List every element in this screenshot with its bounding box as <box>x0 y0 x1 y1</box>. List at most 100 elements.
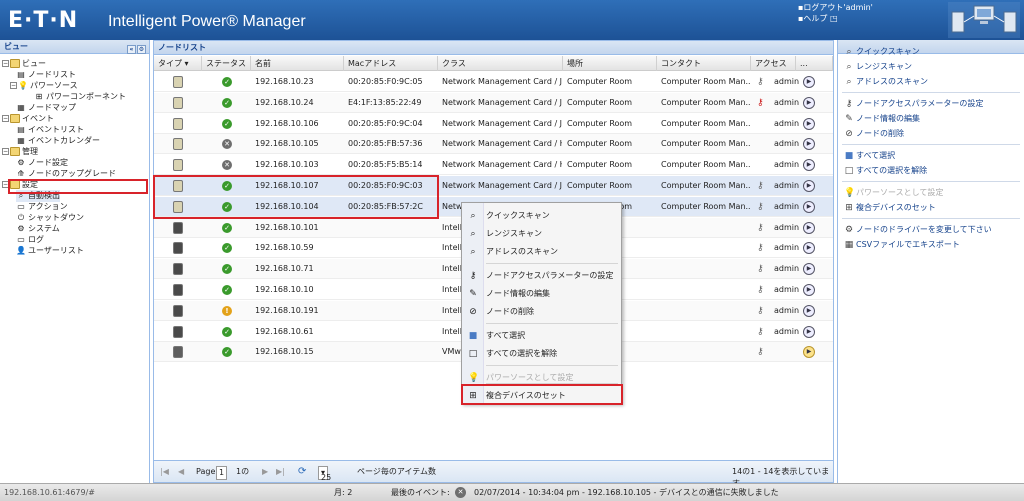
cell-contact: Computer Room Man... <box>661 118 751 128</box>
table-row[interactable]: ✕ 192.168.10.103 00:20:85:F5:B5:14 Network … <box>154 155 833 176</box>
tree-item-label: ユーザーリスト <box>28 246 84 255</box>
cell-mac <box>348 280 438 300</box>
edit-icon: ✎ <box>469 289 477 299</box>
context-menu-item[interactable]: ⌕ アドレスのスキャン <box>462 243 621 261</box>
context-menu-item[interactable]: ■ すべて選択 <box>462 327 621 345</box>
node-list-title: ノードリスト <box>158 43 206 52</box>
action-item[interactable]: □ すべての選択を解除 <box>844 164 927 177</box>
action-item[interactable]: ⌕ クイックスキャン <box>844 45 919 58</box>
edit-icon: ✎ <box>845 114 853 124</box>
per-page-select[interactable]: 25 ▾ <box>318 466 331 482</box>
collapse-panel-icon[interactable]: « <box>127 45 136 54</box>
table-row[interactable]: ✕ 192.168.10.105 00:20:85:FB:57:36 Network … <box>154 134 833 155</box>
next-page-icon[interactable]: ▶ <box>262 466 268 478</box>
action-item[interactable]: ⌕ レンジスキャン <box>844 60 912 73</box>
action-item[interactable]: ⌕ アドレスのスキャン <box>844 75 928 88</box>
play-icon[interactable]: ▶ <box>803 242 815 255</box>
tree-expander-icon[interactable]: − <box>2 60 9 67</box>
play-icon[interactable]: ▶ <box>803 263 815 276</box>
access-key-icon[interactable]: ⚷ <box>757 243 769 253</box>
page-input[interactable]: 1 <box>216 466 228 480</box>
cell-location: Computer Room <box>567 139 633 149</box>
context-menu-item[interactable]: ⚷ ノードアクセスパラメーターの設定 <box>462 267 621 285</box>
context-menu-item[interactable]: ⌕ レンジスキャン <box>462 225 621 243</box>
app-header: E·T·N Intelligent Power® Manager ▪ログアウト'… <box>0 0 1024 40</box>
play-icon[interactable]: ▶ <box>803 284 815 296</box>
play-icon[interactable]: ▶ <box>803 76 815 88</box>
play-icon[interactable]: ▶ <box>803 138 815 151</box>
status-count: 月: 2 <box>334 488 353 497</box>
cell-mac: 00:20:85:F0:9C:04 <box>348 118 423 128</box>
cell-name: 192.168.10.23 <box>255 77 314 86</box>
access-key-icon[interactable]: ⚷ <box>757 223 769 233</box>
action-item[interactable]: ✎ ノード情報の編集 <box>844 112 920 125</box>
column-header-5[interactable]: 場所 <box>563 56 657 71</box>
column-header-7[interactable]: アクセス <box>751 56 796 71</box>
action-item[interactable]: ⚷ ノードアクセスパラメーターの設定 <box>844 97 984 110</box>
context-menu: ⌕ クイックスキャン ⌕ レンジスキャン ⌕ アドレスのスキャン ⚷ ノードアクセスパラメータ… <box>461 202 622 404</box>
play-icon[interactable]: ▶ <box>803 325 815 338</box>
play-icon[interactable]: ▶ <box>803 221 815 234</box>
status-ok-icon: ✓ <box>222 326 232 337</box>
access-key-icon[interactable]: ⚷ <box>757 264 769 274</box>
access-key-icon[interactable]: ⚷ <box>757 347 769 357</box>
tree-expander-icon[interactable]: − <box>10 82 17 89</box>
table-row[interactable]: ✓ 192.168.10.23 00:20:85:F0:9C:05 Network M… <box>154 72 833 92</box>
action-item[interactable]: ⚙ ノードのドライバーを変更して下さい <box>844 223 992 236</box>
action-item[interactable]: ⊞ 複合デバイスのセット <box>844 201 936 214</box>
play-icon[interactable]: ▶ <box>803 346 815 359</box>
access-key-icon[interactable]: ⚷ <box>757 285 769 295</box>
tree-expander-icon[interactable]: − <box>2 148 9 155</box>
settings-icon[interactable]: ⚙ <box>137 45 146 54</box>
context-menu-item[interactable]: □ すべての選択を解除 <box>462 345 621 363</box>
access-key-icon[interactable]: ⚷ <box>757 306 769 316</box>
action-item[interactable]: ■ すべて選択 <box>844 149 895 162</box>
cell-mac: 00:20:85:F0:9C:05 <box>348 77 423 86</box>
play-icon[interactable]: ▶ <box>803 304 815 317</box>
column-header-8[interactable]: ... <box>796 56 833 71</box>
per-page-label: ページ毎のアイテム数 <box>357 467 437 476</box>
context-menu-item[interactable]: ✎ ノード情報の編集 <box>462 285 621 303</box>
cell-access: admin <box>774 160 800 170</box>
column-header-6[interactable]: コンタクト <box>657 56 751 71</box>
cell-contact <box>661 322 751 342</box>
play-icon[interactable]: ▶ <box>803 200 815 213</box>
column-header-0[interactable]: タイプ ▾ <box>154 56 202 71</box>
help-link[interactable]: ▪ヘルプ ◳ <box>798 13 873 24</box>
context-menu-item[interactable]: ⌕ クイックスキャン <box>462 207 621 225</box>
action-item[interactable]: ⊘ ノードの削除 <box>844 127 904 140</box>
refresh-icon[interactable]: ⟳ <box>298 466 306 478</box>
tree-item-users[interactable]: 👤 ユーザーリスト <box>16 245 84 257</box>
access-key-icon[interactable]: ⚷ <box>757 202 769 212</box>
tree-item-label: シャットダウン <box>28 213 84 222</box>
play-icon[interactable]: ▶ <box>803 159 815 172</box>
context-menu-item[interactable]: ⊘ ノードの削除 <box>462 303 621 321</box>
play-icon[interactable]: ▶ <box>803 180 815 192</box>
cell-location: Computer Room <box>567 118 633 128</box>
access-key-icon[interactable]: ⚷ <box>757 181 769 191</box>
play-icon[interactable]: ▶ <box>803 117 815 130</box>
tree-expander-icon[interactable]: − <box>2 115 9 122</box>
first-page-icon[interactable]: |◀ <box>160 466 169 478</box>
logout-link[interactable]: ▪ログアウト'admin' <box>798 2 873 13</box>
access-key-icon[interactable]: ⚷ <box>757 77 769 87</box>
cell-access: admin <box>774 326 800 336</box>
view-panel-title: ビュー <box>4 42 28 51</box>
table-row[interactable]: ✓ 192.168.10.106 00:20:85:F0:9C:04 Network … <box>154 114 833 134</box>
panel-separator <box>842 218 1020 219</box>
cell-contact <box>661 342 751 362</box>
column-header-3[interactable]: Macアドレス <box>344 56 438 71</box>
action-item[interactable]: ▦ CSVファイルでエキスポート <box>844 238 960 251</box>
access-key-icon[interactable]: ⚷ <box>757 98 769 108</box>
access-key-icon[interactable]: ⚷ <box>757 327 769 337</box>
column-header-4[interactable]: クラス <box>438 56 563 71</box>
table-row[interactable]: ✓ 192.168.10.24 E4:1F:13:85:22:49 Network M… <box>154 92 833 113</box>
status-bar: 192.168.10.61:4679/# 月: 2 最後のイベント: ✕ 02/… <box>0 483 1024 501</box>
prev-page-icon[interactable]: ◀ <box>178 466 184 478</box>
cell-contact: Computer Room Man... <box>661 97 751 107</box>
last-page-icon[interactable]: ▶| <box>276 466 285 478</box>
column-header-2[interactable]: 名前 <box>251 56 344 71</box>
column-header-1[interactable]: ステータス <box>202 56 251 71</box>
play-icon[interactable]: ▶ <box>803 96 815 109</box>
bulb-icon: 💡 <box>468 373 480 383</box>
